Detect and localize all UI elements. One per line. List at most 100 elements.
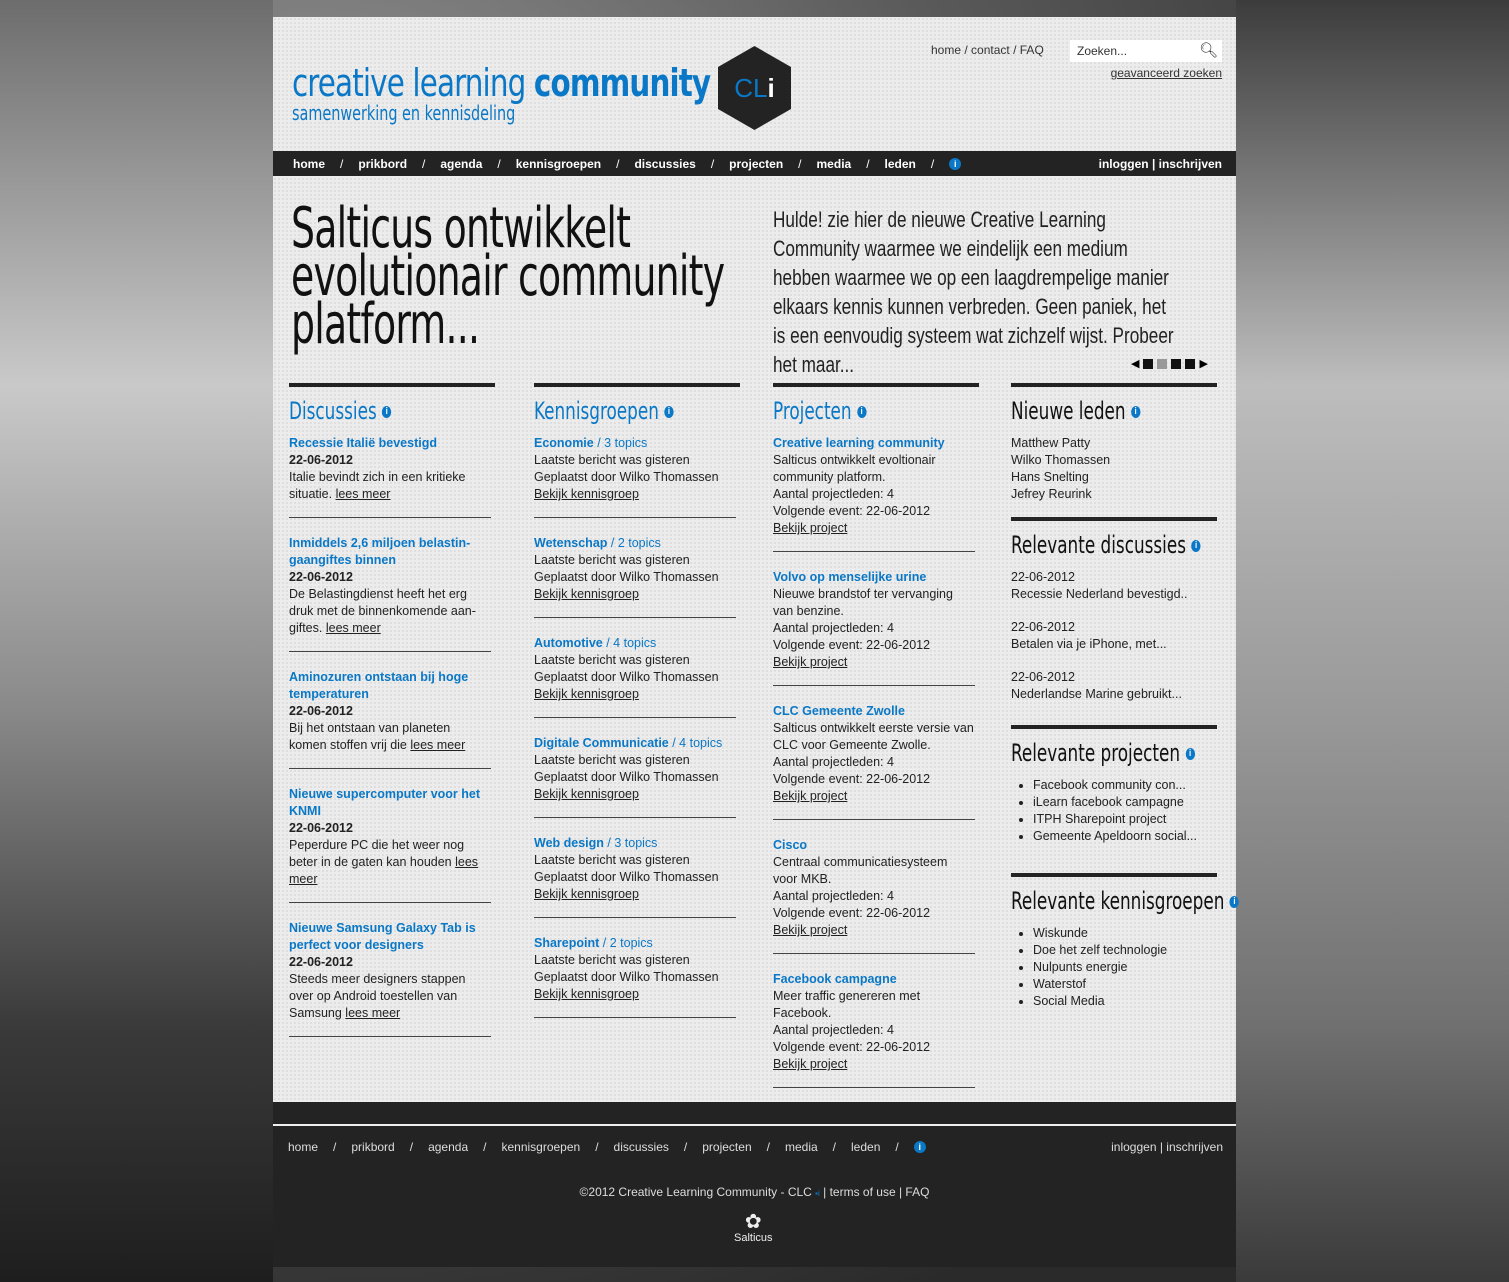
group-title[interactable]: Wetenschap / 2 topics	[534, 535, 736, 552]
footer-nav-agenda[interactable]: agenda	[428, 1140, 468, 1154]
info-icon[interactable]: i	[856, 406, 867, 418]
discussion-item: Inmiddels 2,6 miljoen belastin-gaangifte…	[289, 535, 491, 652]
info-icon[interactable]: i	[1130, 406, 1141, 418]
project-title[interactable]: Cisco	[773, 837, 975, 854]
login-link[interactable]: inloggen	[1099, 157, 1149, 171]
related-knowledge-group[interactable]: Nulpunts energie	[1033, 959, 1217, 976]
footer-faq-link[interactable]: FAQ	[905, 1185, 929, 1199]
discussion-title[interactable]: Nieuwe supercomputer voor het KNMI	[289, 786, 491, 820]
group-title[interactable]: Automotive / 4 topics	[534, 635, 736, 652]
discussion-date: 22-06-2012	[289, 453, 353, 467]
project-title[interactable]: Facebook campagne	[773, 971, 975, 988]
discussion-text: De Belastingdienst heeft het erg druk me…	[289, 587, 476, 635]
related-discussion-text: Betalen via je iPhone, met...	[1011, 637, 1167, 651]
search-icon[interactable]: 🔍︎	[1199, 41, 1218, 59]
member-link[interactable]: Matthew Patty	[1011, 435, 1217, 452]
related-project[interactable]: ITPH Sharepoint project	[1033, 811, 1217, 828]
view-project-link[interactable]: Bekijk project	[773, 1057, 847, 1071]
project-title[interactable]: Creative learning community	[773, 435, 975, 452]
related-project[interactable]: Facebook community con...	[1033, 777, 1217, 794]
project-members: Aantal projectleden: 4	[773, 755, 894, 769]
project-desc: Nieuwe brandstof ter vervanging van benz…	[773, 587, 953, 618]
discussion-title[interactable]: Inmiddels 2,6 miljoen belastin-gaangifte…	[289, 535, 491, 569]
view-project-link[interactable]: Bekijk project	[773, 521, 847, 535]
read-more-link[interactable]: lees meer	[336, 487, 391, 501]
group-author: Geplaatst door Wilko Thomassen	[534, 670, 719, 684]
footer-nav-media[interactable]: media	[785, 1140, 818, 1154]
next-arrow-icon[interactable]: ▶	[1199, 357, 1207, 370]
view-group-link[interactable]: Bekijk kennisgroep	[534, 587, 639, 601]
info-icon[interactable]: i	[1191, 540, 1201, 552]
toplink-home[interactable]: home	[931, 43, 961, 57]
toplink-contact[interactable]: contact	[971, 43, 1010, 57]
info-icon[interactable]: i	[913, 1141, 926, 1153]
member-link[interactable]: Hans Snelting	[1011, 469, 1217, 486]
nav-media[interactable]: media	[817, 157, 852, 171]
nav-kennisgroepen[interactable]: kennisgroepen	[516, 157, 601, 171]
related-knowledge-group[interactable]: Wiskunde	[1033, 925, 1217, 942]
slide-dot-active[interactable]	[1157, 358, 1168, 369]
related-discussion[interactable]: 22-06-2012 Betalen via je iPhone, met...	[1011, 619, 1217, 653]
prev-arrow-icon[interactable]: ◀	[1131, 357, 1139, 370]
member-link[interactable]: Wilko Thomassen	[1011, 452, 1217, 469]
related-discussion[interactable]: 22-06-2012 Recessie Nederland bevestigd..	[1011, 569, 1217, 603]
group-title[interactable]: Sharepoint / 2 topics	[534, 935, 736, 952]
read-more-link[interactable]: lees meer	[326, 621, 381, 635]
nav-projecten[interactable]: projecten	[729, 157, 783, 171]
group-title[interactable]: Web design / 3 topics	[534, 835, 736, 852]
view-project-link[interactable]: Bekijk project	[773, 789, 847, 803]
badge-text: CL	[734, 72, 768, 103]
related-knowledge-group[interactable]: Social Media	[1033, 993, 1217, 1010]
advanced-search-link[interactable]: geavanceerd zoeken	[1111, 66, 1222, 80]
nav-home[interactable]: home	[293, 157, 325, 171]
info-icon[interactable]: i	[664, 406, 674, 418]
footer-nav-prikbord[interactable]: prikbord	[351, 1140, 394, 1154]
nav-prikbord[interactable]: prikbord	[358, 157, 407, 171]
related-project[interactable]: iLearn facebook campagne	[1033, 794, 1217, 811]
toplink-faq[interactable]: FAQ	[1020, 43, 1044, 57]
project-title[interactable]: CLC Gemeente Zwolle	[773, 703, 975, 720]
info-icon[interactable]: i	[1185, 748, 1195, 760]
view-group-link[interactable]: Bekijk kennisgroep	[534, 787, 639, 801]
discussion-title[interactable]: Recessie Italië bevestigd	[289, 435, 491, 452]
terms-link[interactable]: terms of use	[830, 1185, 896, 1199]
footer-nav-discussies[interactable]: discussies	[614, 1140, 669, 1154]
slide-dot[interactable]	[1171, 358, 1182, 369]
related-knowledge-group[interactable]: Doe het zelf technologie	[1033, 942, 1217, 959]
info-icon[interactable]: i	[382, 406, 392, 418]
nav-discussies[interactable]: discussies	[634, 157, 695, 171]
slide-dot[interactable]	[1185, 358, 1196, 369]
view-project-link[interactable]: Bekijk project	[773, 655, 847, 669]
read-more-link[interactable]: lees meer	[345, 1006, 400, 1020]
salticus-logo[interactable]: ✿ Salticus	[734, 1212, 773, 1244]
related-knowledge-group[interactable]: Waterstof	[1033, 976, 1217, 993]
info-icon[interactable]: i	[949, 157, 962, 170]
search-input[interactable]: Zoeken... 🔍︎	[1070, 40, 1222, 62]
footer-nav-kennisgroepen[interactable]: kennisgroepen	[501, 1140, 580, 1154]
related-project[interactable]: Gemeente Apeldoorn social...	[1033, 828, 1217, 845]
footer-nav-projecten[interactable]: projecten	[702, 1140, 751, 1154]
register-link[interactable]: inschrijven	[1159, 157, 1222, 171]
read-more-link[interactable]: lees meer	[410, 738, 465, 752]
group-title[interactable]: Digitale Communicatie / 4 topics	[534, 735, 736, 752]
view-group-link[interactable]: Bekijk kennisgroep	[534, 887, 639, 901]
slide-dot[interactable]	[1143, 358, 1154, 369]
footer-register-link[interactable]: inschrijven	[1166, 1140, 1223, 1154]
related-discussion[interactable]: 22-06-2012 Nederlandse Marine gebruikt...	[1011, 669, 1217, 703]
view-group-link[interactable]: Bekijk kennisgroep	[534, 687, 639, 701]
view-project-link[interactable]: Bekijk project	[773, 923, 847, 937]
member-link[interactable]: Jefrey Reurink	[1011, 486, 1217, 503]
group-title[interactable]: Economie / 3 topics	[534, 435, 736, 452]
view-group-link[interactable]: Bekijk kennisgroep	[534, 987, 639, 1001]
site-logo[interactable]: creative learning community samenwerking…	[292, 61, 778, 125]
footer-nav-leden[interactable]: leden	[851, 1140, 880, 1154]
nav-leden[interactable]: leden	[885, 157, 916, 171]
discussion-title[interactable]: Aminozuren ontstaan bij hoge temperature…	[289, 669, 491, 703]
footer-login-link[interactable]: inloggen	[1111, 1140, 1156, 1154]
footer-nav-home[interactable]: home	[288, 1140, 318, 1154]
nav-agenda[interactable]: agenda	[440, 157, 482, 171]
section-title: Projecten	[773, 397, 852, 425]
view-group-link[interactable]: Bekijk kennisgroep	[534, 487, 639, 501]
project-title[interactable]: Volvo op menselijke urine	[773, 569, 975, 586]
discussion-title[interactable]: Nieuwe Samsung Galaxy Tab is perfect voo…	[289, 920, 491, 954]
